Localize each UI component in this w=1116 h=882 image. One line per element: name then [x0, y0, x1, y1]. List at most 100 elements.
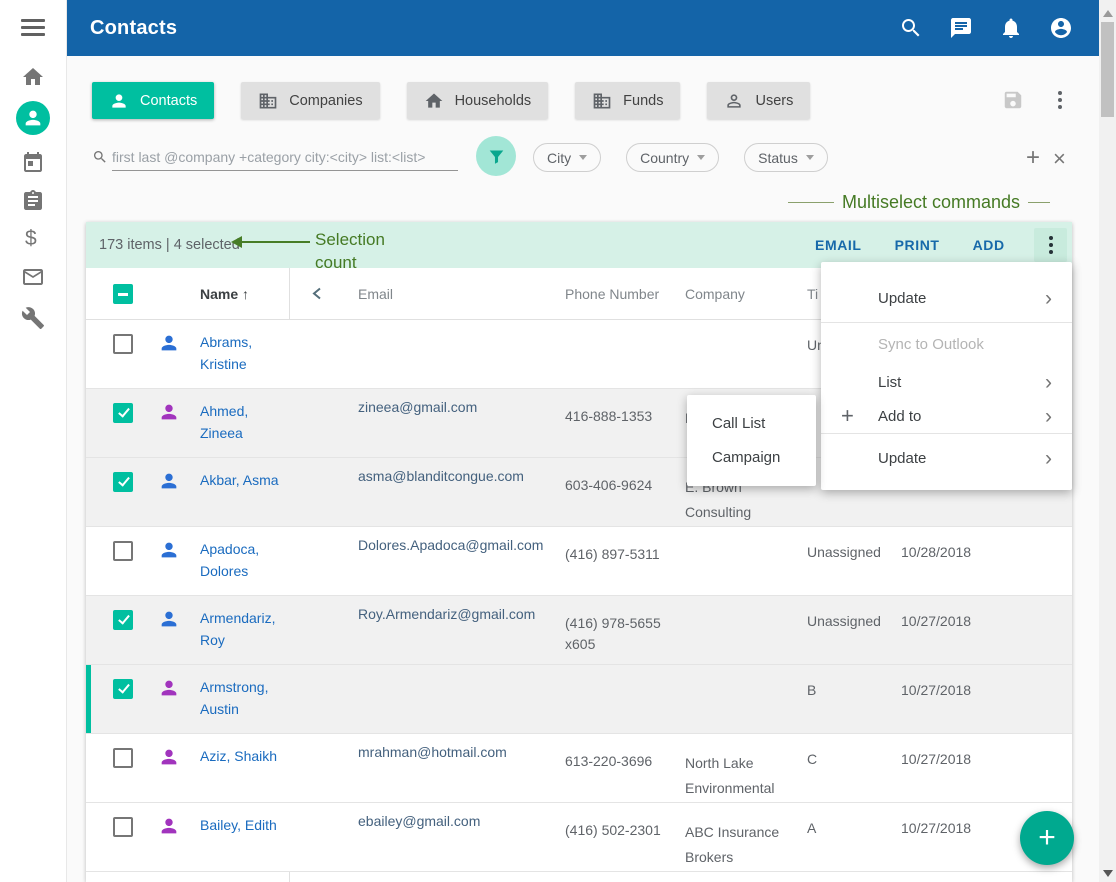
clear-filters-icon[interactable]: ×: [1053, 146, 1066, 172]
contact-name-link[interactable]: Apadoca, Dolores: [200, 538, 259, 582]
contact-avatar-icon[interactable]: [158, 746, 180, 768]
table-row[interactable]: Bailey, Edithebailey@gmail.com(416) 502-…: [86, 803, 1072, 872]
scrollbar[interactable]: [1099, 0, 1116, 882]
scroll-up-icon[interactable]: [1103, 10, 1113, 17]
contact-phone: 613-220-3696: [565, 751, 652, 772]
tasks-icon[interactable]: [21, 189, 45, 213]
home-icon[interactable]: [21, 65, 45, 89]
row-checkbox[interactable]: [113, 679, 133, 699]
tab-companies[interactable]: Companies: [241, 82, 379, 119]
chip-label: Country: [640, 150, 689, 166]
table-row[interactable]: Aziz, Shaikh mrahman@hotmail.com 613-220-3…: [86, 734, 1072, 803]
annotation-multiselect-text: Multiselect commands: [842, 192, 1020, 213]
notifications-icon[interactable]: [999, 16, 1023, 40]
filter-chip-country[interactable]: Country: [626, 143, 719, 172]
chevron-left-icon[interactable]: [311, 286, 325, 301]
search-icon: [92, 149, 108, 165]
table-row[interactable]: Apadoca, Dolores Dolores.Apadoca@gmail.co…: [86, 527, 1072, 596]
contact-date: 10/27/2018: [901, 751, 971, 767]
row-checkbox[interactable]: [113, 748, 133, 768]
table-row[interactable]: Armendariz, RoyRoy.Armendariz@gmail.com(…: [86, 596, 1072, 665]
contact-email[interactable]: Roy.Armendariz@gmail.com: [358, 606, 535, 622]
row-checkbox[interactable]: [113, 472, 133, 492]
menu-item-list[interactable]: List›: [821, 365, 1072, 399]
column-header-tier[interactable]: Ti: [807, 286, 818, 302]
account-icon[interactable]: [1049, 16, 1073, 40]
menu-item-update[interactable]: Update›: [821, 434, 1072, 482]
save-icon[interactable]: [1002, 89, 1024, 111]
column-header-company[interactable]: Company: [685, 286, 745, 302]
contact-email[interactable]: Dolores.Apadoca@gmail.com: [358, 537, 543, 553]
mail-icon[interactable]: [21, 265, 45, 289]
email-button[interactable]: EMAIL: [815, 237, 862, 253]
contact-avatar-icon[interactable]: [158, 815, 180, 837]
contact-avatar-icon[interactable]: [158, 677, 180, 699]
tab-funds[interactable]: Funds: [575, 82, 680, 119]
contact-date: 10/27/2018: [901, 613, 971, 629]
tab-contacts[interactable]: Contacts: [92, 82, 214, 119]
contact-phone: (416) 897-5311: [565, 544, 660, 565]
more-vertical-icon[interactable]: [1058, 91, 1062, 109]
tools-icon[interactable]: [21, 306, 45, 330]
column-header-name[interactable]: Name ↑: [200, 286, 249, 302]
scrollbar-thumb[interactable]: [1101, 22, 1114, 117]
row-checkbox[interactable]: [113, 403, 133, 423]
contact-avatar-icon[interactable]: [158, 401, 180, 423]
contact-name-link[interactable]: Abrams, Kristine: [200, 331, 252, 375]
print-button[interactable]: PRINT: [895, 237, 940, 253]
chat-icon[interactable]: [949, 16, 973, 40]
building-icon: [258, 91, 278, 111]
contact-avatar-icon[interactable]: [158, 332, 180, 354]
selection-summary: 173 items | 4 selected: [99, 222, 240, 268]
column-header-phone[interactable]: Phone Number: [565, 286, 659, 302]
chevron-down-icon: [697, 155, 705, 160]
row-checkbox[interactable]: [113, 817, 133, 837]
table-row[interactable]: Armstrong, AustinB10/27/2018: [86, 665, 1072, 734]
filter-chip-status[interactable]: Status: [744, 143, 828, 172]
contact-email[interactable]: asma@blanditcongue.com: [358, 468, 524, 484]
filter-button[interactable]: [476, 136, 516, 176]
filter-chips: City Country Status: [533, 143, 828, 172]
contact-avatar-icon[interactable]: [158, 470, 180, 492]
dollar-icon[interactable]: $: [25, 227, 37, 251]
contact-email[interactable]: zineea@gmail.com: [358, 399, 477, 415]
menu-icon[interactable]: [21, 19, 45, 40]
row-checkbox[interactable]: [113, 334, 133, 354]
row-checkbox[interactable]: [113, 610, 133, 630]
contact-email[interactable]: ebailey@gmail.com: [358, 813, 480, 829]
building-icon: [592, 91, 612, 111]
contact-avatar-icon[interactable]: [158, 539, 180, 561]
contact-name-link[interactable]: Aziz, Shaikh: [200, 745, 277, 767]
search-icon[interactable]: [899, 16, 923, 40]
contact-phone: 416-888-1353: [565, 406, 652, 427]
chevron-down-icon: [806, 155, 814, 160]
search-input[interactable]: [112, 144, 458, 171]
contacts-icon[interactable]: [16, 101, 50, 135]
contact-avatar-icon[interactable]: [158, 608, 180, 630]
submenu-item-call-list[interactable]: Call List: [687, 406, 816, 440]
tab-users[interactable]: Users: [707, 82, 810, 119]
add-contact-fab[interactable]: +: [1020, 811, 1074, 865]
contact-name-link[interactable]: Ahmed, Zineea: [200, 400, 248, 444]
submenu-item-campaign[interactable]: Campaign: [687, 440, 816, 474]
sort-ascending-icon: ↑: [242, 286, 249, 302]
contact-name-link[interactable]: Akbar, Asma: [200, 469, 279, 491]
tab-households[interactable]: Households: [407, 82, 549, 119]
row-checkbox[interactable]: [113, 541, 133, 561]
person-outline-icon: [724, 91, 744, 111]
contact-name-link[interactable]: Armstrong, Austin: [200, 676, 268, 720]
add-filter-icon[interactable]: +: [1026, 144, 1040, 172]
menu-item-add-to[interactable]: +Add to›: [821, 399, 1072, 433]
filter-chip-city[interactable]: City: [533, 143, 601, 172]
contact-email[interactable]: mrahman@hotmail.com: [358, 744, 507, 760]
contact-name-link[interactable]: Armendariz, Roy: [200, 607, 275, 651]
column-header-email[interactable]: Email: [358, 286, 393, 302]
select-all-checkbox[interactable]: [113, 284, 133, 304]
contact-name-link[interactable]: Bailey, Edith: [200, 814, 277, 836]
add-button[interactable]: ADD: [973, 237, 1005, 253]
menu-item-update[interactable]: Update›: [821, 274, 1072, 322]
plus-icon: +: [1038, 821, 1056, 855]
scroll-down-icon[interactable]: [1103, 870, 1113, 877]
multiselect-more-button[interactable]: [1034, 228, 1067, 262]
calendar-icon[interactable]: [21, 151, 45, 175]
